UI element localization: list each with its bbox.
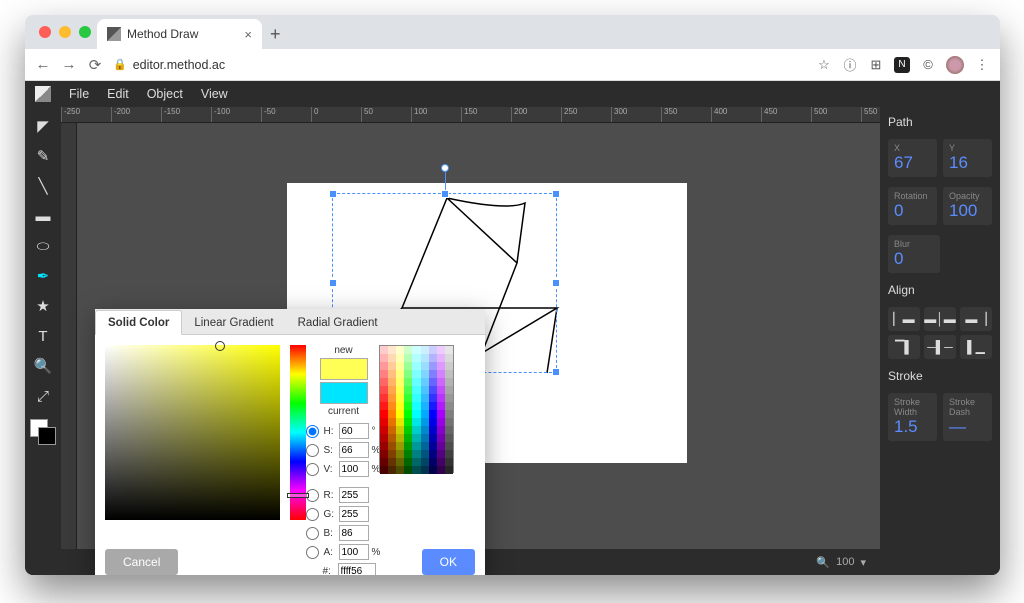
r-input[interactable] bbox=[339, 487, 369, 503]
tab-solid-color[interactable]: Solid Color bbox=[95, 310, 182, 335]
picker-tabs: Solid Color Linear Gradient Radial Gradi… bbox=[95, 309, 485, 335]
close-window-button[interactable] bbox=[39, 26, 51, 38]
hue-caret[interactable] bbox=[287, 493, 309, 498]
new-label: new bbox=[334, 345, 352, 356]
tab-linear-gradient[interactable]: Linear Gradient bbox=[182, 311, 285, 334]
address-bar-row: ← → ⟳ 🔒 editor.method.ac ☆ ⓘ ⊞ N © ⋮ bbox=[25, 49, 1000, 81]
url-text: editor.method.ac bbox=[133, 58, 225, 72]
prop-blur[interactable]: Blur0 bbox=[888, 235, 940, 273]
new-tab-button[interactable]: + bbox=[270, 24, 281, 49]
close-tab-button[interactable]: × bbox=[244, 27, 252, 42]
tool-ellipse[interactable]: ⬭ bbox=[29, 233, 57, 259]
b-input[interactable] bbox=[339, 525, 369, 541]
h-input[interactable] bbox=[339, 423, 369, 439]
align-center-v[interactable]: ─▌─ bbox=[924, 335, 956, 359]
tool-path[interactable]: ✒ bbox=[29, 263, 57, 289]
h-radio[interactable] bbox=[306, 425, 319, 438]
tool-pencil[interactable]: ✎ bbox=[29, 143, 57, 169]
maximize-window-button[interactable] bbox=[79, 26, 91, 38]
s-input[interactable] bbox=[339, 442, 369, 458]
menu-object[interactable]: Object bbox=[147, 87, 183, 101]
color-picker-dialog: Solid Color Linear Gradient Radial Gradi… bbox=[95, 309, 485, 575]
sv-cursor[interactable] bbox=[215, 341, 225, 351]
align-top[interactable]: ▔▌ bbox=[888, 335, 920, 359]
tool-select[interactable]: ◤ bbox=[29, 113, 57, 139]
back-button[interactable]: ← bbox=[35, 56, 51, 73]
tool-bar: ◤ ✎ ╲ ▬ ⬭ ✒ ★ T 🔍 ⤢ bbox=[25, 107, 61, 575]
stroke-title: Stroke bbox=[888, 369, 992, 383]
tool-rect[interactable]: ▬ bbox=[29, 203, 57, 229]
align-center-h[interactable]: ▬│▬ bbox=[924, 307, 956, 331]
menu-file[interactable]: File bbox=[69, 87, 89, 101]
s-radio[interactable] bbox=[306, 444, 319, 457]
zoom-level[interactable]: 100 bbox=[836, 556, 854, 568]
swatch-grid[interactable] bbox=[379, 345, 454, 473]
tab-radial-gradient[interactable]: Radial Gradient bbox=[286, 311, 390, 334]
c-ext-icon[interactable]: © bbox=[920, 57, 936, 73]
g-radio[interactable] bbox=[306, 508, 319, 521]
menu-bar: File Edit Object View bbox=[25, 81, 1000, 107]
chevron-down-icon[interactable]: ▾ bbox=[860, 556, 866, 569]
properties-panel: Path X67 Y16 Rotation0 Opacity100 Blur0 … bbox=[880, 107, 1000, 575]
align-right[interactable]: ▬▕ bbox=[960, 307, 992, 331]
star-icon[interactable]: ☆ bbox=[816, 57, 832, 73]
lock-icon: 🔒 bbox=[113, 58, 127, 71]
tab-title: Method Draw bbox=[127, 27, 198, 41]
align-title: Align bbox=[888, 283, 992, 297]
browser-tab[interactable]: Method Draw × bbox=[97, 19, 262, 49]
browser-window: Method Draw × + ← → ⟳ 🔒 editor.method.ac… bbox=[25, 15, 1000, 575]
menu-view[interactable]: View bbox=[201, 87, 228, 101]
ok-button[interactable]: OK bbox=[422, 549, 475, 575]
menu-icon[interactable]: ⋮ bbox=[974, 57, 990, 73]
align-left[interactable]: ▏▬ bbox=[888, 307, 920, 331]
b-radio[interactable] bbox=[306, 527, 319, 540]
current-color-preview bbox=[320, 382, 368, 404]
sat-val-panel[interactable] bbox=[105, 345, 280, 520]
app-logo-icon bbox=[35, 86, 51, 102]
tool-zoom[interactable]: 🔍 bbox=[29, 353, 57, 379]
hue-bar[interactable] bbox=[290, 345, 306, 520]
app-root: File Edit Object View -250-200-150-100-5… bbox=[25, 81, 1000, 575]
tool-eyedropper[interactable]: ⤢ bbox=[29, 383, 57, 409]
ruler-horizontal: -250-200-150-100-50050100150200250300350… bbox=[61, 107, 880, 123]
reload-button[interactable]: ⟳ bbox=[87, 56, 103, 74]
zoom-icon[interactable]: 🔍 bbox=[816, 556, 830, 569]
tab-strip: Method Draw × + bbox=[25, 15, 1000, 49]
prop-rotation[interactable]: Rotation0 bbox=[888, 187, 937, 225]
tool-star[interactable]: ★ bbox=[29, 293, 57, 319]
v-input[interactable] bbox=[339, 461, 369, 477]
window-controls bbox=[39, 26, 91, 38]
prop-opacity[interactable]: Opacity100 bbox=[943, 187, 992, 225]
address-bar[interactable]: 🔒 editor.method.ac bbox=[113, 58, 806, 72]
new-color-preview bbox=[320, 358, 368, 380]
v-radio[interactable] bbox=[306, 463, 319, 476]
cancel-button[interactable]: Cancel bbox=[105, 549, 178, 575]
panel-title: Path bbox=[888, 115, 992, 129]
g-input[interactable] bbox=[339, 506, 369, 522]
tool-line[interactable]: ╲ bbox=[29, 173, 57, 199]
prop-y[interactable]: Y16 bbox=[943, 139, 992, 177]
favicon-icon bbox=[107, 27, 121, 41]
notion-ext-icon[interactable]: N bbox=[894, 57, 910, 73]
current-label: current bbox=[328, 406, 359, 417]
prop-x[interactable]: X67 bbox=[888, 139, 937, 177]
profile-avatar[interactable] bbox=[946, 56, 964, 74]
ruler-vertical bbox=[61, 123, 77, 549]
info-icon[interactable]: ⓘ bbox=[842, 57, 858, 73]
stroke-width[interactable]: Stroke Width1.5 bbox=[888, 393, 937, 441]
tool-text[interactable]: T bbox=[29, 323, 57, 349]
menu-edit[interactable]: Edit bbox=[107, 87, 129, 101]
fill-stroke-swatch[interactable] bbox=[30, 419, 56, 445]
minimize-window-button[interactable] bbox=[59, 26, 71, 38]
puzzle-icon[interactable]: ⊞ bbox=[868, 57, 884, 73]
stroke-dash[interactable]: Stroke Dash— bbox=[943, 393, 992, 441]
extension-icons: ☆ ⓘ ⊞ N © ⋮ bbox=[816, 56, 990, 74]
forward-button[interactable]: → bbox=[61, 56, 77, 73]
align-bottom[interactable]: ▌▁ bbox=[960, 335, 992, 359]
